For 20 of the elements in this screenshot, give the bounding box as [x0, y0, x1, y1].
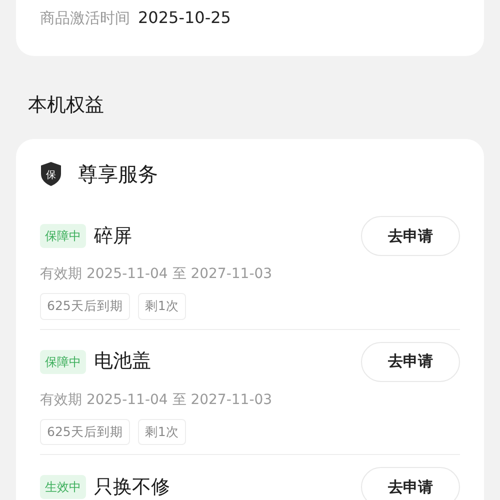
field-label: 商品激活时间: [40, 8, 130, 29]
service-name: 电池盖: [94, 349, 151, 374]
apply-button[interactable]: 去申请: [361, 342, 460, 382]
status-badge: 保障中: [40, 224, 86, 248]
validity-text: 有效期 2025-11-04 至 2027-11-03: [40, 264, 274, 284]
service-name: 碎屏: [94, 224, 132, 249]
apply-button[interactable]: 去申请: [361, 216, 460, 256]
field-value: 2025-10-25: [138, 7, 231, 29]
validity-text: 有效期 2025-11-04 至 2027-11-03: [40, 390, 274, 410]
service-name: 只换不修: [94, 475, 170, 500]
info-tag: 625天后到期: [40, 292, 130, 320]
card-title: 尊享服务: [78, 160, 158, 188]
status-badge: 保障中: [40, 350, 86, 374]
info-tag: 剩1次: [138, 418, 186, 446]
status-badge: 生效中: [40, 475, 86, 500]
shield-icon: 保: [40, 160, 62, 187]
info-tag: 剩1次: [138, 292, 186, 320]
info-tag: 625天后到期: [40, 418, 130, 446]
section-title: 本机权益: [27, 93, 105, 118]
apply-button[interactable]: 去申请: [361, 467, 460, 500]
